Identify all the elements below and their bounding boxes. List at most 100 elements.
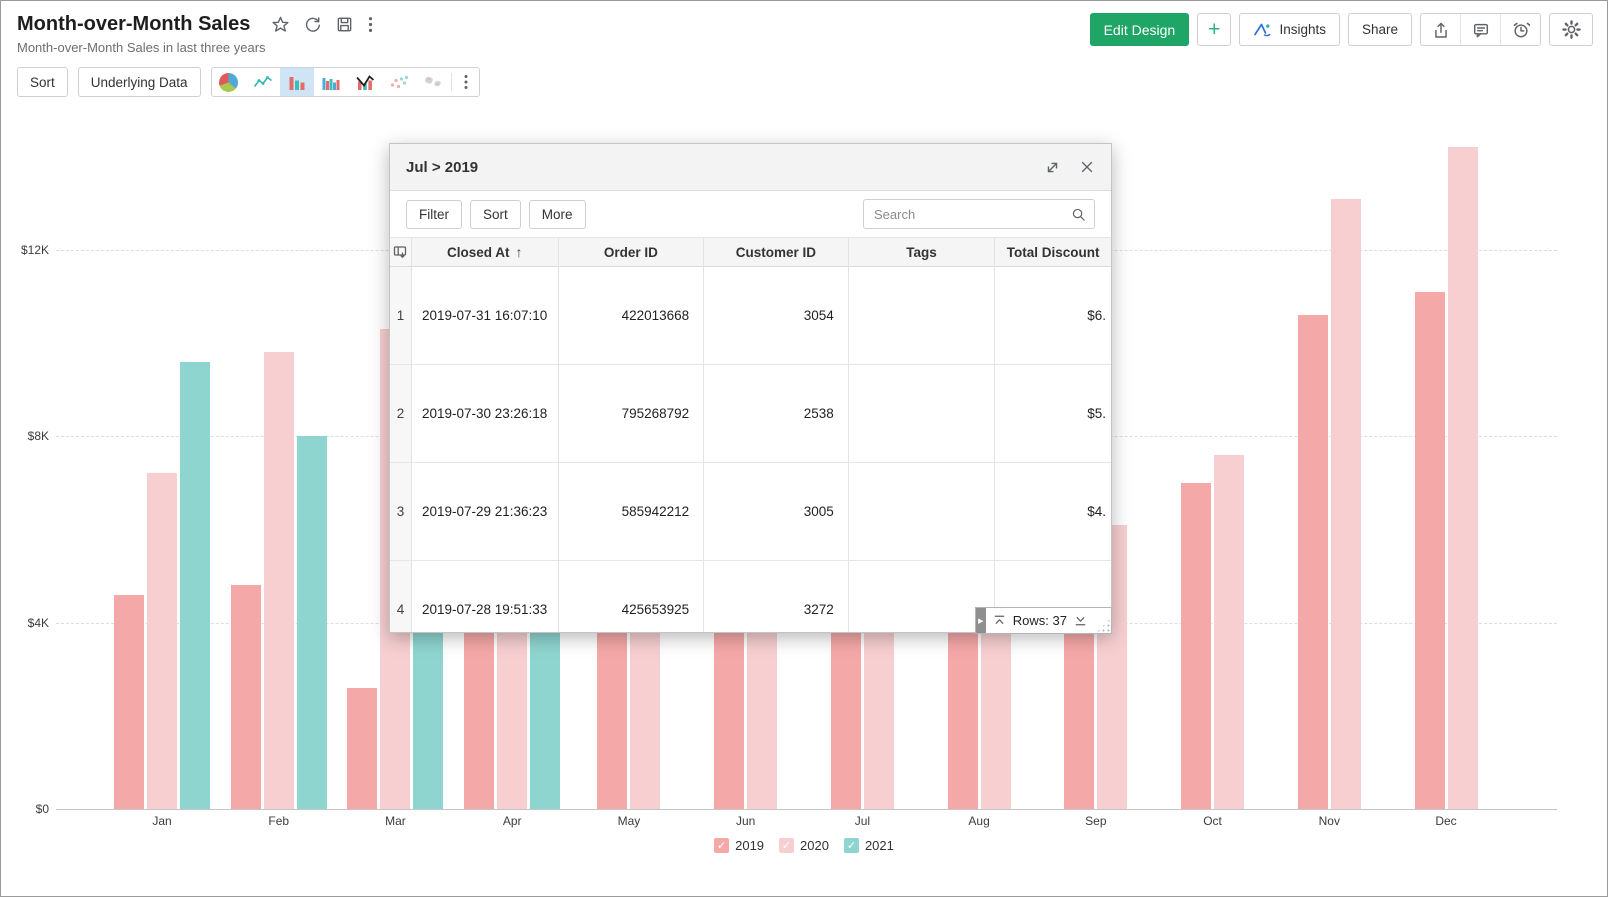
search-icon	[1071, 207, 1086, 222]
zia-insights-icon	[1253, 21, 1272, 38]
order-id-cell: 585942212	[559, 463, 705, 561]
customer-id-cell: 3054	[704, 267, 849, 365]
bar-2020-jan[interactable]	[147, 473, 177, 809]
cell-value: 425653925	[622, 602, 690, 617]
customer-id-cell: 3272	[704, 561, 849, 632]
bar-2019-oct[interactable]	[1181, 483, 1211, 809]
tags-cell	[849, 365, 996, 463]
chart-type-line-icon[interactable]	[246, 68, 280, 96]
chart-type-grouped-bar-icon[interactable]	[314, 68, 348, 96]
tags-cell	[849, 267, 996, 365]
total-discount-cell: $6.	[995, 267, 1111, 365]
cell-value: 3005	[804, 504, 834, 519]
chart-type-scatter-icon[interactable]	[382, 68, 416, 96]
column-header-order-id[interactable]: Order ID	[559, 238, 705, 267]
bar-2019-jun[interactable]	[714, 609, 744, 809]
legend-checkbox: ✓	[844, 838, 859, 853]
cell-value: $5.	[1087, 406, 1106, 421]
close-dialog-icon[interactable]	[1079, 159, 1095, 175]
tags-cell	[849, 561, 996, 632]
bar-2021-jan[interactable]	[180, 362, 210, 809]
resize-grip[interactable]	[1096, 618, 1111, 633]
bar-2020-nov[interactable]	[1331, 199, 1361, 809]
search-input[interactable]	[872, 206, 1071, 223]
settings-gear-icon[interactable]	[1549, 13, 1593, 46]
x-axis-label-aug: Aug	[968, 814, 989, 828]
underlying-data-button[interactable]: Underlying Data	[78, 67, 201, 97]
report-header: Month-over-Month Sales Month-over-Month …	[17, 13, 373, 55]
customer-id-cell: 3005	[704, 463, 849, 561]
scroll-to-top-icon[interactable]	[992, 613, 1007, 628]
cell-value: 1	[397, 308, 405, 323]
more-options-icon[interactable]	[368, 16, 373, 33]
customer-id-cell: 2538	[704, 365, 849, 463]
chart-type-bar-icon[interactable]	[280, 68, 314, 96]
drilldown-dialog: Jul > 2019 Filter Sort More	[389, 143, 1112, 633]
bar-2020-feb[interactable]	[264, 352, 294, 809]
x-axis-label-may: May	[618, 814, 641, 828]
insights-button[interactable]: Insights	[1239, 13, 1340, 46]
table-row[interactable]: 1 2019-07-31 16:07:104220136683054 $6.	[390, 267, 1111, 365]
x-axis-label-jun: Jun	[736, 814, 755, 828]
export-icon[interactable]	[1421, 14, 1460, 45]
table-row[interactable]: 32019-07-29 21:36:235859422123005$4.	[390, 463, 1111, 561]
column-chooser-icon[interactable]	[390, 238, 412, 267]
x-axis-label-dec: Dec	[1435, 814, 1456, 828]
rows-bar-handle[interactable]: ▶	[976, 608, 986, 633]
legend-item-2020[interactable]: ✓2020	[779, 838, 829, 853]
bar-2019-feb[interactable]	[231, 585, 261, 809]
chart-type-map-icon[interactable]	[416, 68, 450, 96]
chart-more-options-icon[interactable]	[453, 68, 479, 96]
dialog-filter-button[interactable]: Filter	[406, 200, 462, 229]
add-button[interactable]: +	[1197, 13, 1231, 46]
table-row[interactable]: 22019-07-30 23:26:187952687922538$5.	[390, 365, 1111, 463]
bar-2020-dec[interactable]	[1448, 147, 1478, 809]
dialog-title: Jul > 2019	[406, 159, 1026, 176]
bar-2019-dec[interactable]	[1415, 292, 1445, 809]
order-id-cell: 422013668	[559, 267, 705, 365]
sort-button[interactable]: Sort	[17, 67, 68, 97]
alerts-clock-icon[interactable]	[1500, 14, 1540, 45]
comments-icon[interactable]	[1460, 14, 1500, 45]
legend-item-2021[interactable]: ✓2021	[844, 838, 894, 853]
chart-type-combo-icon[interactable]	[348, 68, 382, 96]
cell-value: 585942212	[622, 504, 690, 519]
dialog-more-button[interactable]: More	[529, 200, 586, 229]
share-button[interactable]: Share	[1348, 13, 1412, 46]
closed-at-cell: 2019-07-31 16:07:10	[412, 267, 559, 365]
total-discount-cell: $4.	[995, 463, 1111, 561]
y-axis-tick-label: $4K	[9, 616, 49, 630]
row-number-cell: 3	[390, 463, 412, 561]
legend-label: 2020	[800, 838, 829, 853]
closed-at-cell: 2019-07-28 19:51:33	[412, 561, 559, 632]
total-discount-cell: $5.	[995, 365, 1111, 463]
bar-2019-mar[interactable]	[347, 688, 377, 809]
column-header-tags[interactable]: Tags	[849, 238, 996, 267]
column-header-closed-at[interactable]: Closed At ↑	[412, 238, 559, 267]
header-icon-group	[1420, 13, 1541, 46]
legend-item-2019[interactable]: ✓2019	[714, 838, 764, 853]
column-header-total-discount[interactable]: Total Discount	[995, 238, 1111, 267]
bar-2021-feb[interactable]	[297, 436, 327, 809]
bar-2020-oct[interactable]	[1214, 455, 1244, 809]
chart-type-pie-icon[interactable]	[212, 68, 246, 96]
row-number-cell: 2	[390, 365, 412, 463]
closed-at-cell: 2019-07-30 23:26:18	[412, 365, 559, 463]
expand-dialog-icon[interactable]	[1044, 159, 1061, 176]
bar-2019-nov[interactable]	[1298, 315, 1328, 809]
dialog-toolbar: Filter Sort More	[390, 191, 1111, 237]
edit-design-button[interactable]: Edit Design	[1090, 13, 1190, 46]
x-axis-label-jan: Jan	[152, 814, 171, 828]
x-axis-line	[56, 809, 1557, 810]
refresh-icon[interactable]	[304, 16, 321, 33]
save-icon[interactable]	[336, 16, 353, 33]
x-axis-label-mar: Mar	[385, 814, 406, 828]
x-axis-label-apr: Apr	[503, 814, 522, 828]
cell-value: 3272	[804, 602, 834, 617]
bar-2019-jan[interactable]	[114, 595, 144, 809]
favorite-star-icon[interactable]	[272, 16, 289, 33]
column-header-customer-id[interactable]: Customer ID	[704, 238, 849, 267]
dialog-sort-button[interactable]: Sort	[470, 200, 521, 229]
scroll-to-bottom-icon[interactable]	[1073, 613, 1088, 628]
tags-cell	[849, 463, 996, 561]
